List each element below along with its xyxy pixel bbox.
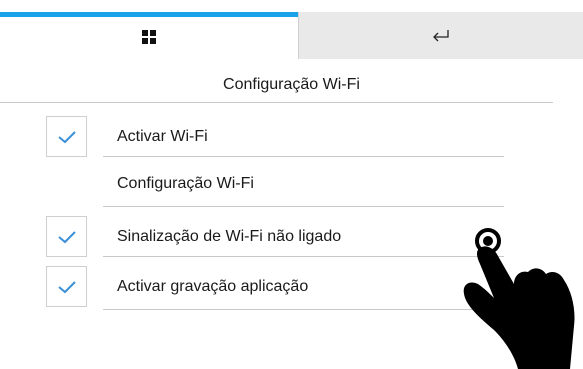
checkmark-icon bbox=[57, 280, 76, 293]
return-arrow-icon bbox=[431, 29, 451, 43]
setting-row-configuracao-wifi[interactable]: Configuração Wi-Fi bbox=[0, 168, 583, 212]
activar-wifi-checkbox[interactable] bbox=[46, 116, 87, 157]
row-divider bbox=[103, 309, 504, 310]
page-title: Configuração Wi-Fi bbox=[223, 76, 360, 93]
configuracao-wifi-label[interactable]: Configuração Wi-Fi bbox=[117, 175, 254, 193]
checkmark-icon bbox=[57, 230, 76, 243]
tap-hand-pointer-icon bbox=[463, 228, 575, 369]
tab-back[interactable] bbox=[298, 12, 583, 59]
checkmark-icon bbox=[57, 130, 76, 143]
row-divider bbox=[103, 256, 504, 257]
row-divider bbox=[103, 206, 504, 207]
activar-gravacao-checkbox[interactable] bbox=[46, 266, 87, 307]
tab-bar bbox=[0, 0, 583, 59]
grid-icon bbox=[142, 30, 156, 44]
header-divider bbox=[0, 102, 553, 103]
sinalizacao-wifi-checkbox[interactable] bbox=[46, 216, 87, 257]
setting-row-activar-wifi: Activar Wi-Fi bbox=[0, 116, 583, 160]
activar-wifi-label[interactable]: Activar Wi-Fi bbox=[117, 128, 208, 146]
activar-gravacao-label[interactable]: Activar gravação aplicação bbox=[117, 278, 308, 296]
tab-grid-menu[interactable] bbox=[0, 12, 298, 59]
sinalizacao-wifi-label[interactable]: Sinalização de Wi-Fi não ligado bbox=[117, 228, 341, 246]
row-divider bbox=[103, 156, 504, 157]
